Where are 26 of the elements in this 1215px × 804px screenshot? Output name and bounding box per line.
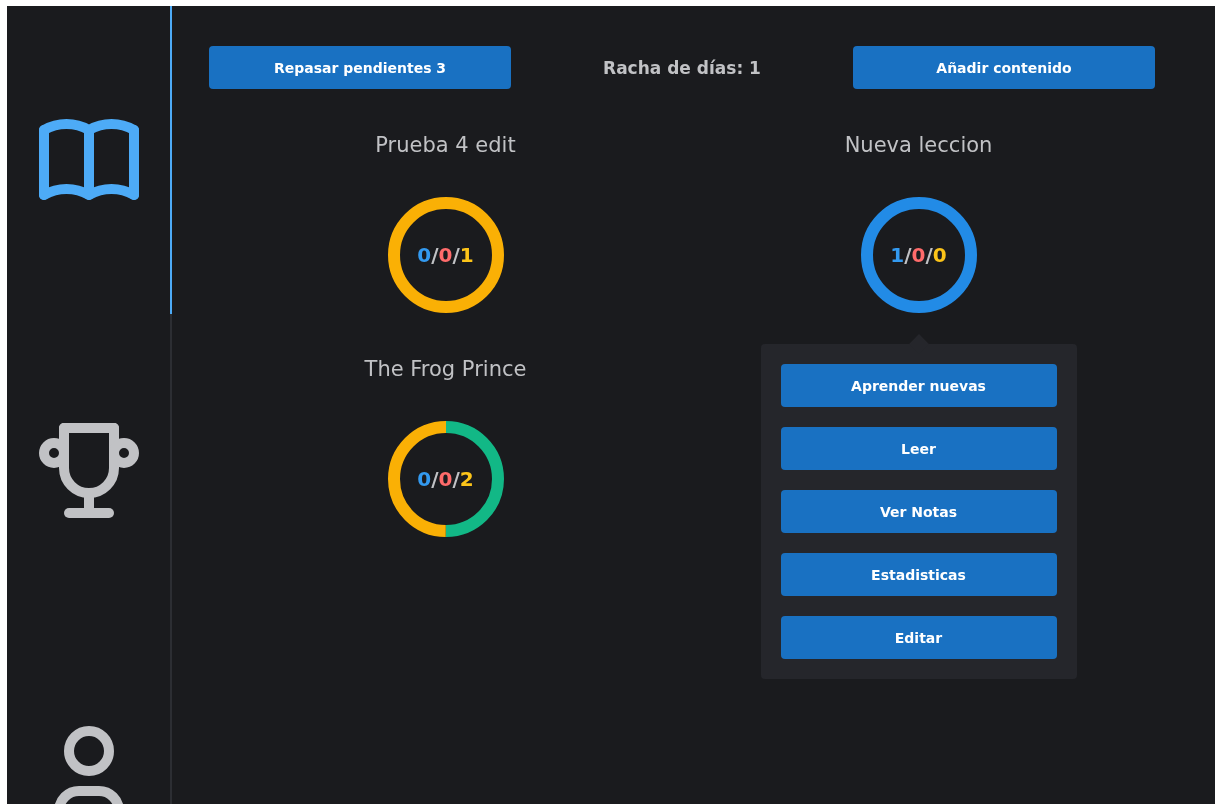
- streak-text: Racha de días: 1: [603, 57, 761, 78]
- count-number: 0: [438, 243, 453, 267]
- menu-button[interactable]: Ver Notas: [780, 490, 1057, 533]
- count-number: 0: [911, 243, 926, 267]
- separator: /: [452, 243, 460, 267]
- add-content-button[interactable]: Añadir contenido: [853, 46, 1155, 89]
- menu-button[interactable]: Editar: [780, 616, 1057, 659]
- lesson-title[interactable]: The Frog Prince: [364, 356, 527, 382]
- count-number: 1: [459, 243, 474, 267]
- separator: /: [431, 467, 439, 491]
- separator: /: [431, 243, 439, 267]
- lesson-title[interactable]: Prueba 4 edit: [375, 132, 516, 158]
- menu-button[interactable]: Estadisticas: [780, 553, 1057, 596]
- separator: /: [925, 243, 933, 267]
- count-number: 0: [438, 467, 453, 491]
- review-button[interactable]: Repasar pendientes 3: [209, 46, 511, 89]
- count-number: 0: [417, 243, 432, 267]
- count-number: 0: [417, 467, 432, 491]
- separator: /: [904, 243, 912, 267]
- lesson-title[interactable]: Nueva leccion: [844, 132, 993, 158]
- count-number: 2: [459, 467, 474, 491]
- menu-button[interactable]: Leer: [780, 427, 1057, 470]
- menu-button[interactable]: Aprender nuevas: [780, 364, 1057, 407]
- count-number: 1: [890, 243, 905, 267]
- count-number: 0: [932, 243, 947, 267]
- separator: /: [452, 467, 460, 491]
